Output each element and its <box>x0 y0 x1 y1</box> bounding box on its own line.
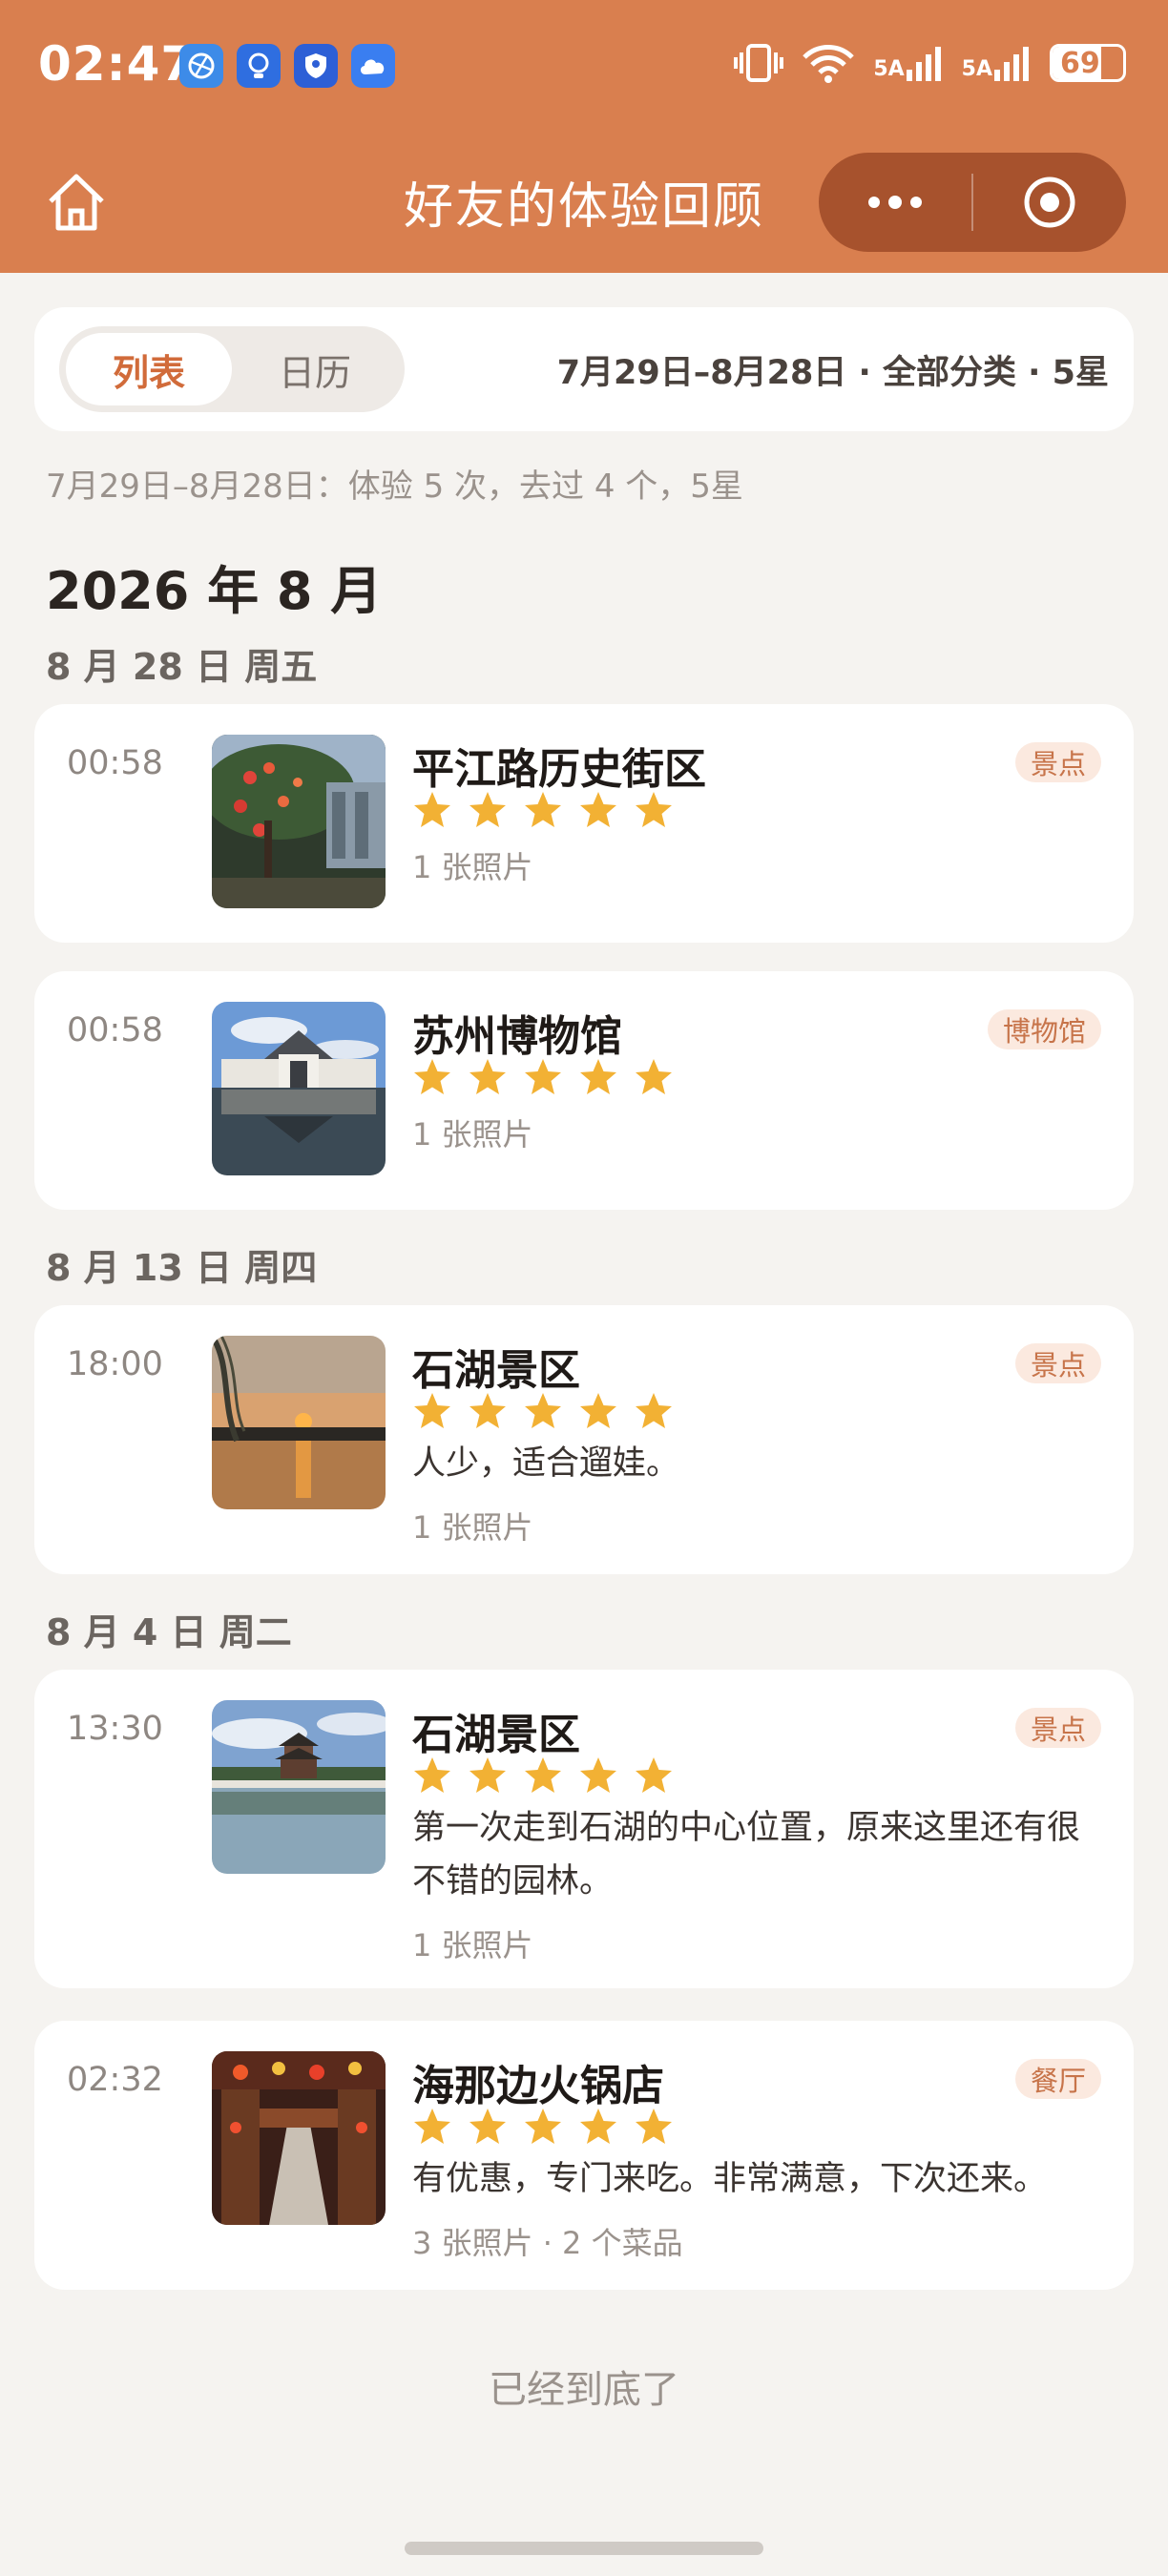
tab-calendar[interactable]: 日历 <box>232 333 398 405</box>
entry-photo <box>212 735 386 908</box>
signal-2-label: 5A <box>961 57 992 81</box>
star-icon <box>525 1059 561 1094</box>
star-icon <box>580 1059 616 1094</box>
place-name: 苏州博物馆 <box>412 1012 622 1061</box>
photo-count: 1 张照片 <box>412 1927 533 1963</box>
star-icon <box>414 1393 450 1428</box>
entry-comment: 人少，适合遛娃。 <box>412 1444 680 1483</box>
place-name: 海那边火锅店 <box>412 2062 664 2110</box>
star-icon <box>525 2109 561 2144</box>
entry-time: 00:58 <box>67 1011 163 1049</box>
star-icon <box>580 1393 616 1428</box>
entry-comment: 第一次走到石湖的中心位置，原来这里还有很不错的园林。 <box>412 1809 1081 1901</box>
star-icon <box>414 792 450 827</box>
rating-stars <box>412 790 674 830</box>
experience-card[interactable]: 02:32 海那边火锅店 餐厅 有优惠，专门来吃。非常满意，下次还来。 3 张照… <box>34 2021 1134 2290</box>
rating-stars <box>412 1391 674 1431</box>
star-icon <box>414 2109 450 2144</box>
star-icon <box>469 792 506 827</box>
vibrate-icon <box>734 44 784 82</box>
rating-stars <box>412 1057 674 1097</box>
rating-stars <box>412 1755 674 1796</box>
category-tag: 景点 <box>1014 742 1101 782</box>
place-name: 平江路历史街区 <box>412 745 706 794</box>
header-bar: 02:47 5A 5A 69 好友的体验回顾 <box>0 0 1168 273</box>
battery-icon: 69 <box>1050 44 1126 82</box>
entry-photo <box>212 1336 386 1509</box>
star-icon <box>580 2109 616 2144</box>
cloud-icon <box>351 44 395 88</box>
star-icon <box>580 792 616 827</box>
place-name: 石湖景区 <box>412 1711 580 1759</box>
photo-and-dish-count: 3 张照片 · 2 个菜品 <box>412 2225 683 2261</box>
category-tag: 博物馆 <box>987 1009 1101 1049</box>
tab-list[interactable]: 列表 <box>66 333 232 405</box>
month-title: 2026 年 8 月 <box>46 561 383 621</box>
entry-photo <box>212 2051 386 2225</box>
miniprogram-capsule <box>819 153 1126 252</box>
experience-card[interactable]: 00:58 平江路历史街区 景点 1 张照片 <box>34 704 1134 943</box>
experience-card[interactable]: 00:58 苏州博物馆 博物馆 1 张照片 <box>34 971 1134 1210</box>
photo-count: 1 张照片 <box>412 1509 533 1546</box>
entry-time: 00:58 <box>67 744 163 782</box>
category-tag: 景点 <box>1014 1343 1101 1383</box>
day-header: 8 月 4 日 周二 <box>46 1611 292 1653</box>
home-indicator[interactable] <box>405 2542 763 2555</box>
filter-card: 列表 日历 7月29日–8月28日 · 全部分类 · 5星 <box>34 307 1134 431</box>
status-indicators: 5A 5A 69 <box>734 42 1126 84</box>
star-icon <box>469 2109 506 2144</box>
notification-icons <box>179 44 395 88</box>
star-icon <box>525 792 561 827</box>
cellular-signal-1: 5A <box>873 45 944 81</box>
target-icon <box>1024 177 1075 228</box>
star-icon <box>414 1059 450 1094</box>
entry-time: 18:00 <box>67 1345 163 1383</box>
signal-1-label: 5A <box>873 57 905 81</box>
experience-card[interactable]: 18:00 石湖景区 景点 人少，适合遛娃。 1 张照片 <box>34 1305 1134 1574</box>
status-bar: 02:47 5A 5A 69 <box>0 0 1168 134</box>
browser-icon <box>179 44 223 88</box>
cellular-signal-2: 5A <box>962 45 1032 81</box>
star-icon <box>636 1757 672 1793</box>
stats-summary: 7月29日–8月28日：体验 5 次，去过 4 个，5星 <box>46 467 743 506</box>
star-icon <box>636 1059 672 1094</box>
lightbulb-icon <box>237 44 281 88</box>
star-icon <box>414 1757 450 1793</box>
filter-summary-button[interactable]: 7月29日–8月28日 · 全部分类 · 5星 <box>557 345 1109 394</box>
end-of-list-label: 已经到底了 <box>489 2368 679 2412</box>
star-icon <box>525 1757 561 1793</box>
star-icon <box>636 1393 672 1428</box>
star-icon <box>469 1059 506 1094</box>
entry-time: 02:32 <box>67 2061 163 2099</box>
star-icon <box>580 1757 616 1793</box>
day-header: 8 月 13 日 周四 <box>46 1247 318 1289</box>
star-icon <box>636 2109 672 2144</box>
more-dots-icon <box>868 196 922 209</box>
star-icon <box>636 792 672 827</box>
more-button[interactable] <box>819 153 971 252</box>
photo-count: 1 张照片 <box>412 1116 533 1153</box>
close-miniprogram-button[interactable] <box>973 153 1126 252</box>
navigation-bar: 好友的体验回顾 <box>0 143 1168 258</box>
status-time: 02:47 <box>38 36 196 92</box>
day-header: 8 月 28 日 周五 <box>46 646 318 688</box>
battery-level: 69 <box>1060 46 1100 80</box>
wifi-icon <box>803 45 855 83</box>
star-icon <box>469 1393 506 1428</box>
star-icon <box>525 1393 561 1428</box>
shield-icon <box>294 44 338 88</box>
entry-photo <box>212 1700 386 1874</box>
rating-stars <box>412 2107 674 2147</box>
place-name: 石湖景区 <box>412 1346 580 1395</box>
star-icon <box>469 1757 506 1793</box>
photo-count: 1 张照片 <box>412 849 533 885</box>
category-tag: 餐厅 <box>1014 2059 1101 2099</box>
category-tag: 景点 <box>1014 1708 1101 1748</box>
experience-card[interactable]: 13:30 石湖景区 景点 第一次走到石湖的中心位置，原来这里还有很不错的园林。… <box>34 1670 1134 1988</box>
entry-comment: 有优惠，专门来吃。非常满意，下次还来。 <box>412 2160 1048 2198</box>
entry-photo <box>212 1002 386 1175</box>
view-toggle: 列表 日历 <box>59 326 405 412</box>
entry-time: 13:30 <box>67 1710 163 1748</box>
